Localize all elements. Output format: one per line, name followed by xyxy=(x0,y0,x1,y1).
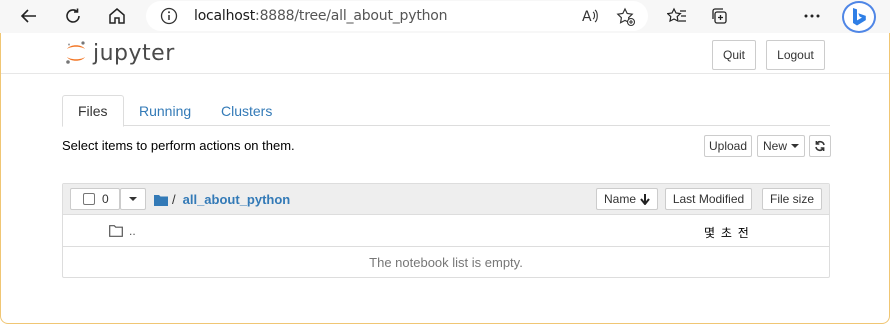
sort-name-button[interactable]: Name xyxy=(596,188,658,210)
tab-clusters[interactable]: Clusters xyxy=(206,95,287,126)
favorites-icon[interactable] xyxy=(662,2,692,30)
sort-name-label: Name xyxy=(603,192,636,206)
arrow-down-icon xyxy=(640,193,650,205)
updir-link[interactable]: .. xyxy=(109,224,136,238)
jupyter-logo-icon xyxy=(66,41,85,64)
jupyter-logo[interactable]: jupyter xyxy=(65,40,175,66)
tab-bar: Files Running Clusters xyxy=(62,95,830,127)
folder-outline-icon xyxy=(109,225,123,237)
caret-down-icon xyxy=(129,197,137,201)
back-icon[interactable] xyxy=(14,2,44,30)
caret-down-icon xyxy=(791,144,799,148)
list-item-updir[interactable]: .. 몇 초 전 xyxy=(63,215,829,247)
collections-icon[interactable] xyxy=(704,2,734,30)
logo-text: jupyter xyxy=(93,40,175,66)
folder-icon[interactable] xyxy=(154,194,168,206)
tab-files[interactable]: Files xyxy=(62,95,124,127)
refresh-icon[interactable] xyxy=(58,2,88,30)
breadcrumb-separator: / xyxy=(172,192,176,207)
url-text: localhost:8888/tree/all_about_python xyxy=(194,8,448,24)
select-dropdown-button[interactable] xyxy=(120,188,146,210)
new-button[interactable]: New xyxy=(757,135,805,157)
browser-toolbar: localhost:8888/tree/all_about_python A xyxy=(0,0,890,33)
page-header: jupyter Quit Logout xyxy=(1,33,889,74)
selection-hint: Select items to perform actions on them. xyxy=(62,138,295,153)
more-icon[interactable] xyxy=(797,2,827,30)
updir-modified: 몇 초 전 xyxy=(704,226,750,240)
notebook-list-header: 0 / all_about_python Name Last Modified … xyxy=(63,184,829,215)
info-icon[interactable] xyxy=(160,7,178,28)
tab-running[interactable]: Running xyxy=(124,95,206,126)
notebook-list: 0 / all_about_python Name Last Modified … xyxy=(62,183,830,278)
checkbox-box xyxy=(83,193,95,205)
svg-text:A: A xyxy=(582,9,592,24)
breadcrumb: / all_about_python xyxy=(154,192,290,207)
logout-button[interactable]: Logout xyxy=(766,40,825,70)
quit-button[interactable]: Quit xyxy=(712,40,756,70)
read-aloud-icon[interactable]: A xyxy=(582,8,600,27)
home-icon[interactable] xyxy=(102,2,132,30)
refresh-list-button[interactable] xyxy=(809,135,831,157)
bing-icon[interactable] xyxy=(842,1,876,33)
add-favorite-icon[interactable] xyxy=(616,7,636,30)
breadcrumb-folder-link[interactable]: all_about_python xyxy=(183,192,291,207)
url-path: :8888/tree/all_about_python xyxy=(255,8,448,24)
empty-list-message: The notebook list is empty. xyxy=(369,255,523,270)
sort-last-modified-button[interactable]: Last Modified xyxy=(665,188,752,210)
refresh-list-icon xyxy=(815,140,825,152)
updir-label: .. xyxy=(129,224,136,238)
selected-count: 0 xyxy=(102,192,109,206)
upload-button[interactable]: Upload xyxy=(704,135,752,157)
address-bar[interactable]: localhost:8888/tree/all_about_python A xyxy=(146,1,648,31)
jupyter-page: jupyter Quit Logout Files Running Cluste… xyxy=(0,33,890,324)
select-all-checkbox[interactable]: 0 xyxy=(70,188,120,210)
url-host: localhost xyxy=(194,8,256,24)
sort-file-size-button[interactable]: File size xyxy=(762,188,822,210)
new-button-label: New xyxy=(762,139,787,153)
